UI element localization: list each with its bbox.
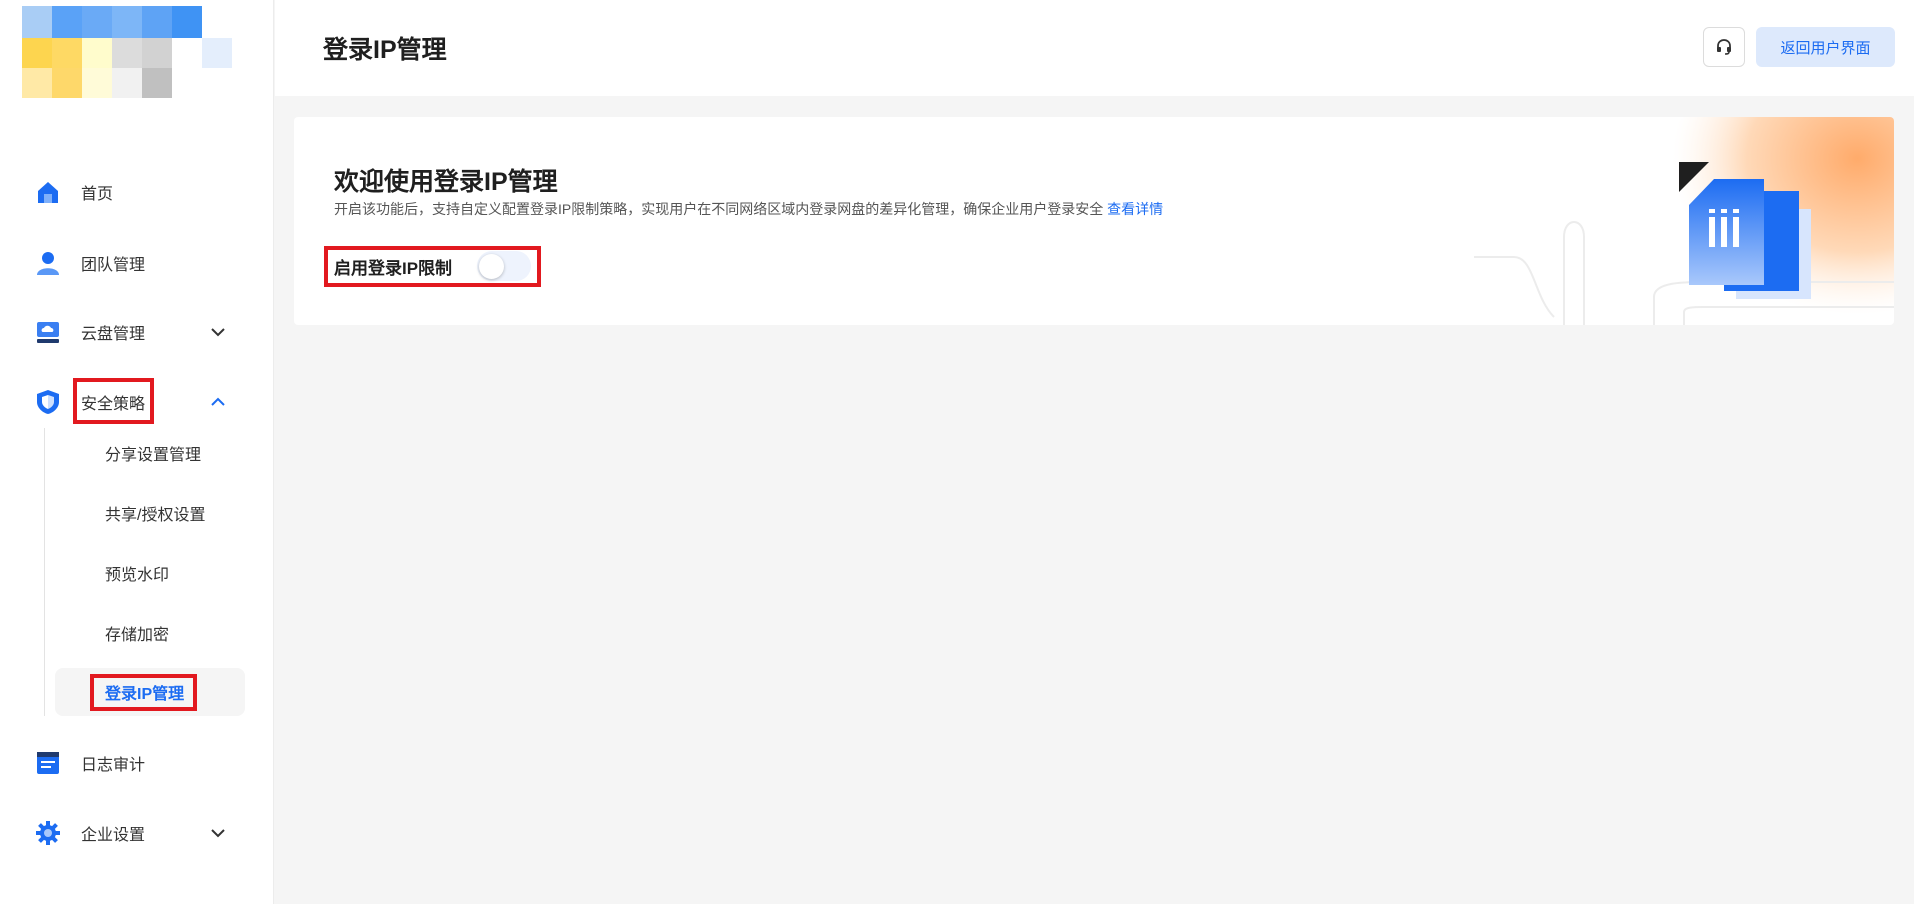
- sidebar-subitem-label: 存储加密: [105, 627, 170, 644]
- sidebar-item-team[interactable]: 团队管理: [0, 238, 274, 288]
- sidebar-subitem-label: 共享/授权设置: [105, 507, 206, 524]
- card-description: 开启该功能后，支持自定义配置登录IP限制策略，实现用户在不同网络区域内登录网盘的…: [334, 199, 1163, 219]
- sidebar: 首页 团队管理 云盘管理 安全策略 分享设置管理 共享/授权设置 预览水印 存储…: [0, 0, 274, 904]
- sidebar-subitem-share-settings[interactable]: 分享设置管理: [55, 429, 245, 477]
- view-details-link[interactable]: 查看详情: [1107, 201, 1163, 217]
- cloud-disk-icon: [37, 322, 59, 343]
- login-ip-card: 欢迎使用登录IP管理 开启该功能后，支持自定义配置登录IP限制策略，实现用户在不…: [294, 117, 1894, 325]
- page-title: 登录IP管理: [323, 36, 447, 64]
- submenu-guide-line: [44, 428, 45, 716]
- highlight-box: [90, 674, 197, 711]
- user-icon: [37, 252, 59, 275]
- shield-icon: [37, 390, 59, 414]
- description-text: 开启该功能后，支持自定义配置登录IP限制策略，实现用户在不同网络区域内登录网盘的…: [334, 201, 1104, 217]
- headset-icon: [1717, 39, 1731, 55]
- sidebar-item-log-audit[interactable]: 日志审计: [0, 738, 274, 788]
- sidebar-item-label: 云盘管理: [81, 326, 146, 343]
- chevron-down-icon[interactable]: [210, 324, 226, 340]
- home-icon: [38, 182, 58, 203]
- chevron-up-icon[interactable]: [210, 394, 226, 410]
- sidebar-item-cloud-disk[interactable]: 云盘管理: [0, 307, 274, 357]
- sidebar-subitem-label: 分享设置管理: [105, 447, 202, 464]
- sidebar-subitem-share-authorization[interactable]: 共享/授权设置: [55, 489, 245, 537]
- support-button[interactable]: [1703, 27, 1745, 67]
- company-logo: [22, 6, 234, 98]
- card-title: 欢迎使用登录IP管理: [334, 168, 558, 196]
- highlight-box: [73, 378, 154, 424]
- page-header: 登录IP管理 返回用户界面: [275, 0, 1914, 96]
- sidebar-item-label: 日志审计: [81, 757, 146, 774]
- login-ip-illustration: [1474, 117, 1894, 325]
- sidebar-item-home[interactable]: 首页: [0, 167, 274, 217]
- sidebar-item-label: 团队管理: [81, 257, 146, 274]
- return-to-user-button[interactable]: 返回用户界面: [1756, 27, 1895, 67]
- sidebar-subitem-label: 预览水印: [105, 567, 170, 584]
- highlight-box: [324, 246, 541, 287]
- log-icon: [37, 752, 59, 774]
- gear-icon: [36, 821, 60, 845]
- sidebar-subitem-preview-watermark[interactable]: 预览水印: [55, 549, 245, 597]
- sidebar-subitem-storage-encryption[interactable]: 存储加密: [55, 609, 245, 657]
- sidebar-item-label: 企业设置: [81, 827, 146, 844]
- sidebar-item-label: 首页: [81, 186, 114, 203]
- chevron-down-icon[interactable]: [210, 825, 226, 841]
- sidebar-item-enterprise-settings[interactable]: 企业设置: [0, 808, 274, 858]
